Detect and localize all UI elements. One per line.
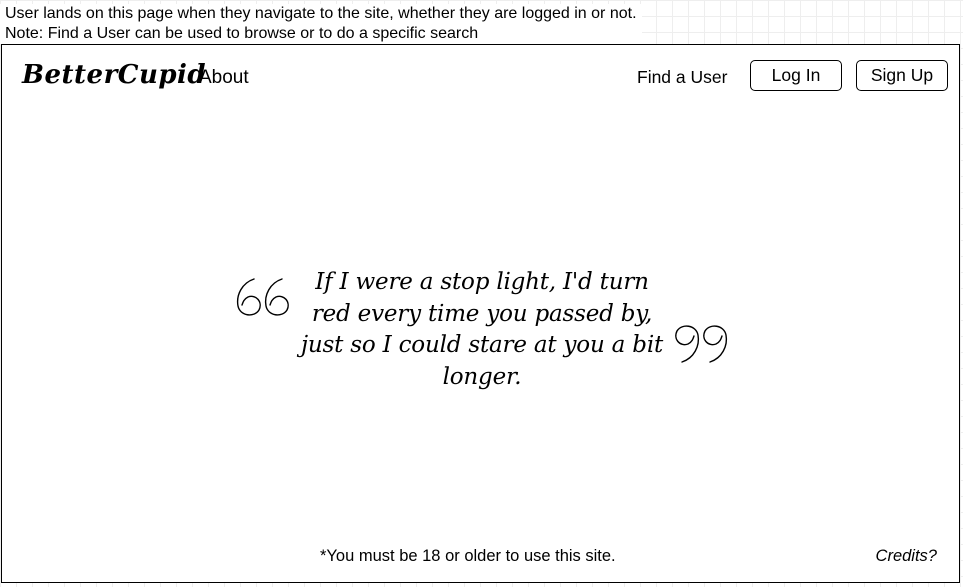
signup-button[interactable]: Sign Up (856, 60, 948, 91)
nav-find-user-link[interactable]: Find a User (637, 67, 727, 88)
open-quote-icon (236, 278, 289, 316)
age-disclaimer: *You must be 18 or older to use this sit… (320, 547, 616, 565)
annotation-line-1: User lands on this page when they naviga… (5, 5, 637, 22)
annotation-note: User lands on this page when they naviga… (0, 4, 642, 44)
page-frame: BetterCupid About Find a User Log In Sig… (1, 44, 960, 583)
login-button[interactable]: Log In (750, 60, 842, 91)
credits-link[interactable]: Credits? (876, 547, 937, 566)
close-quote-icon (675, 325, 728, 363)
quote-text: If I were a stop light, I'd turn red eve… (300, 269, 664, 390)
site-logo[interactable]: BetterCupid (22, 60, 206, 90)
annotation-line-2: Note: Find a User can be used to browse … (5, 25, 479, 42)
quote-block: If I were a stop light, I'd turn red eve… (234, 267, 730, 390)
nav-about-link[interactable]: About (199, 67, 249, 89)
